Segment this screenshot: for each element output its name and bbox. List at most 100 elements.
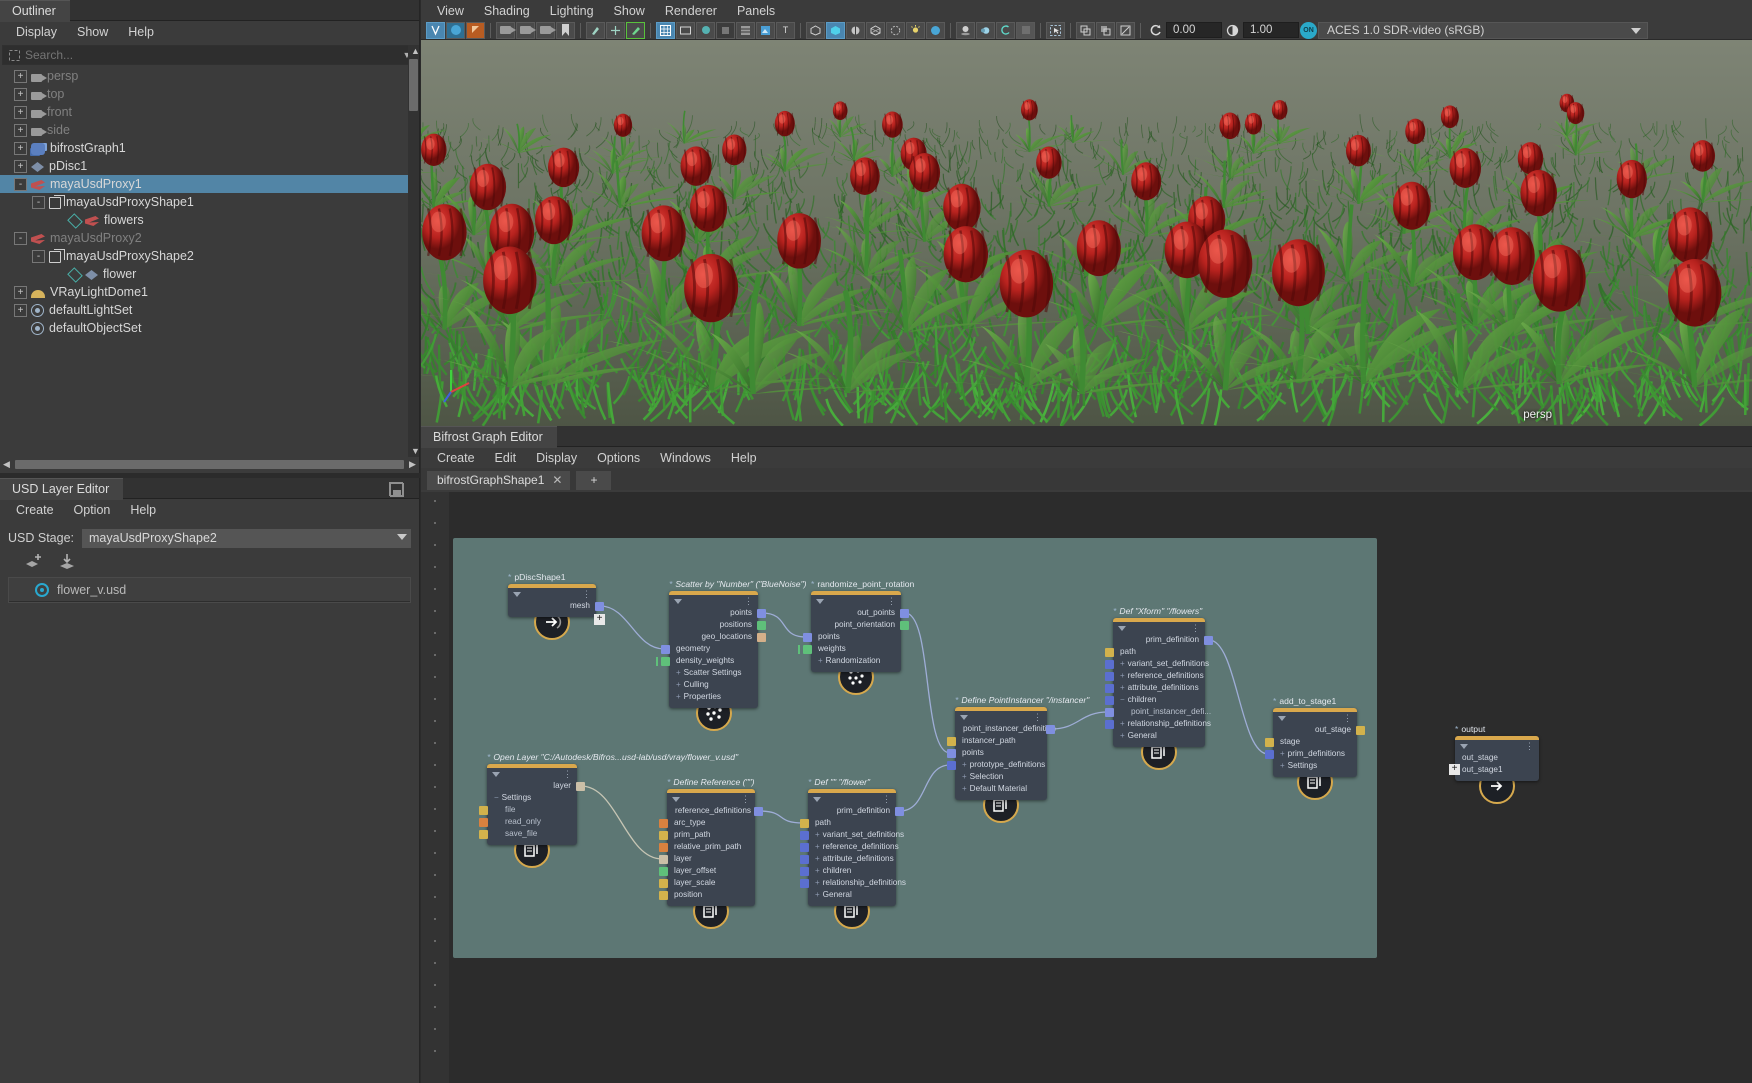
node-input-path[interactable]: path	[1113, 646, 1205, 658]
node-input-prototype_definitions[interactable]: prototype_definitions	[955, 759, 1047, 771]
port-in-geometry[interactable]	[661, 644, 670, 654]
load-layer-icon[interactable]	[58, 554, 76, 570]
color-space-select[interactable]: ACES 1.0 SDR-video (sRGB)	[1318, 21, 1648, 39]
film-gate-icon[interactable]	[676, 21, 695, 39]
port-in-relationship_definitions[interactable]	[800, 878, 809, 888]
viewport-menu-panels[interactable]: Panels	[727, 2, 785, 20]
node-input-Settings[interactable]: Settings	[487, 792, 577, 804]
node-collapse-icon[interactable]	[1278, 716, 1286, 721]
expand-icon[interactable]: +	[14, 87, 27, 101]
node-input-Properties[interactable]: Properties	[669, 691, 758, 703]
bifrost-canvas[interactable]: pDiscShape1⋮meshScatter by "Number" ("Bl…	[421, 492, 1752, 1083]
node-input-points[interactable]: points	[811, 631, 901, 643]
outliner-menu-display[interactable]: Display	[6, 23, 67, 41]
node-input-General[interactable]: General	[1113, 730, 1205, 742]
node-input-reference_definitions[interactable]: reference_definitions	[808, 841, 899, 853]
port-out-point_orientation[interactable]	[900, 620, 909, 630]
port-in-layer_scale[interactable]	[659, 878, 668, 888]
node-output-points[interactable]: points	[669, 607, 758, 619]
expand-icon[interactable]: +	[14, 123, 27, 137]
port-in-density_weights[interactable]	[656, 656, 670, 666]
outliner-hscroll-thumb[interactable]	[15, 460, 404, 469]
bifrost-menu-options[interactable]: Options	[587, 449, 650, 467]
viewport-menu-view[interactable]: View	[427, 2, 474, 20]
node-input-attribute_definitions[interactable]: attribute_definitions	[1113, 682, 1205, 694]
node-menu-icon[interactable]: ⋮	[563, 770, 572, 779]
bifrost-menu-edit[interactable]: Edit	[485, 449, 527, 467]
add-graph-tab-button[interactable]: +	[576, 471, 612, 490]
node-menu-icon[interactable]: ⋮	[1525, 742, 1534, 751]
node-input-density_weights[interactable]: density_weights	[669, 655, 758, 667]
port-in-prototype_definitions[interactable]	[947, 760, 956, 770]
node-input-attribute_definitions[interactable]: attribute_definitions	[808, 853, 896, 865]
expand-icon[interactable]: +	[14, 69, 27, 83]
node-collapse-icon[interactable]	[816, 599, 824, 604]
node-input-variant_set_definitions[interactable]: variant_set_definitions	[808, 829, 904, 841]
outliner-item-vraylightdome1[interactable]: + VRayLightDome1	[0, 283, 419, 301]
node-input-save_file[interactable]: save_file	[487, 828, 577, 840]
graph-node-openlayer[interactable]: ⋮layerSettingsfileread_onlysave_file	[479, 764, 585, 845]
bifrost-graph-editor-tab[interactable]: Bifrost Graph Editor	[421, 426, 557, 448]
node-input-children[interactable]: children	[808, 865, 896, 877]
node-output-out_points[interactable]: out_points	[811, 607, 901, 619]
textured-icon[interactable]	[866, 21, 885, 39]
port-in-stage[interactable]	[1265, 737, 1274, 747]
node-input-layer[interactable]: layer	[667, 853, 755, 865]
port-in-prim_definitions[interactable]	[1265, 749, 1274, 759]
node-input-point_instancer_defi...[interactable]: point_instancer_defi...	[1113, 706, 1211, 718]
close-icon[interactable]: ✕	[552, 473, 562, 487]
output-add-port-button[interactable]: +	[1449, 764, 1460, 775]
node-input-stage[interactable]: stage	[1273, 736, 1357, 748]
bifrost-menu-create[interactable]: Create	[427, 449, 485, 467]
node-collapse-icon[interactable]	[513, 592, 521, 597]
port-in-save_file[interactable]	[479, 829, 488, 839]
port-in-path[interactable]	[1105, 647, 1114, 657]
node-output-point_orientation[interactable]: point_orientation	[811, 619, 901, 631]
viewport-menu-show[interactable]: Show	[604, 2, 655, 20]
graph-node-randrot[interactable]: ⋮ out_points point_orientation points weight…	[798, 591, 909, 672]
port-out-prim_definition[interactable]	[1204, 635, 1213, 645]
bifrost-menu-help[interactable]: Help	[721, 449, 767, 467]
port-out-point_instancer_definition[interactable]	[1046, 724, 1055, 734]
outliner-item-side[interactable]: + side	[0, 121, 419, 139]
panel-layout-icon[interactable]	[1076, 21, 1095, 39]
node-input-relationship_definitions[interactable]: relationship_definitions	[808, 877, 906, 889]
graph-node-defref[interactable]: ⋮ reference_definitions arc_type prim_path r…	[659, 789, 763, 906]
graph-node-xform[interactable]: ⋮prim_definitionpathvariant_set_definiti…	[1105, 618, 1213, 747]
node-input-arc_type[interactable]: arc_type	[667, 817, 755, 829]
port-out-prim_definition[interactable]	[895, 806, 904, 816]
port-out-geo_locations[interactable]	[757, 632, 766, 642]
camera-lock-icon[interactable]	[516, 21, 536, 39]
port-in-read_only[interactable]	[479, 817, 488, 827]
camera-attr-icon[interactable]	[536, 21, 556, 39]
scroll-right-icon[interactable]: ▶	[406, 459, 419, 470]
collapse-icon[interactable]: -	[32, 249, 45, 263]
node-input-file[interactable]: file	[487, 804, 577, 816]
exposure-value[interactable]: 0.00	[1166, 22, 1222, 38]
node-output-reference_definitions[interactable]: reference_definitions	[667, 805, 755, 817]
outliner-item-flowers[interactable]: flowers	[0, 211, 419, 229]
motion-blur-icon[interactable]	[976, 21, 995, 39]
lights-icon[interactable]	[906, 21, 925, 39]
outliner-item-mayausdproxy1[interactable]: - mayaUsdProxy1	[0, 175, 419, 193]
outliner-hscrollbar[interactable]: ◀ ▶	[0, 457, 419, 472]
node-input-variant_set_definitions[interactable]: variant_set_definitions	[1113, 658, 1209, 670]
node-collapse-icon[interactable]	[1118, 626, 1126, 631]
port-in-children[interactable]	[800, 866, 809, 876]
bookmark-icon[interactable]	[556, 21, 575, 39]
outliner-item-front[interactable]: + front	[0, 103, 419, 121]
screen-icon[interactable]	[1016, 21, 1035, 39]
outliner-item-bifrostgraph1[interactable]: + bifrostGraph1	[0, 139, 419, 157]
port-in-prim_path[interactable]	[659, 830, 668, 840]
node-output-out_stage[interactable]: out_stage	[1273, 724, 1357, 736]
outliner-tab[interactable]: Outliner	[0, 0, 70, 22]
shaded-wire-icon[interactable]	[846, 21, 865, 39]
collapse-icon[interactable]: -	[14, 231, 27, 245]
graph-node-pointinst[interactable]: ⋮ point_instancer_definition instancer_pat…	[947, 707, 1056, 800]
panel-tear-icon[interactable]	[1116, 21, 1135, 39]
port-out-out_points[interactable]	[900, 608, 909, 618]
outliner-menu-show[interactable]: Show	[67, 23, 118, 41]
graph-node-pdisc[interactable]: ⋮ mesh	[508, 584, 604, 617]
gate-mask-icon[interactable]	[716, 21, 735, 39]
node-input-children[interactable]: children	[1113, 694, 1205, 706]
